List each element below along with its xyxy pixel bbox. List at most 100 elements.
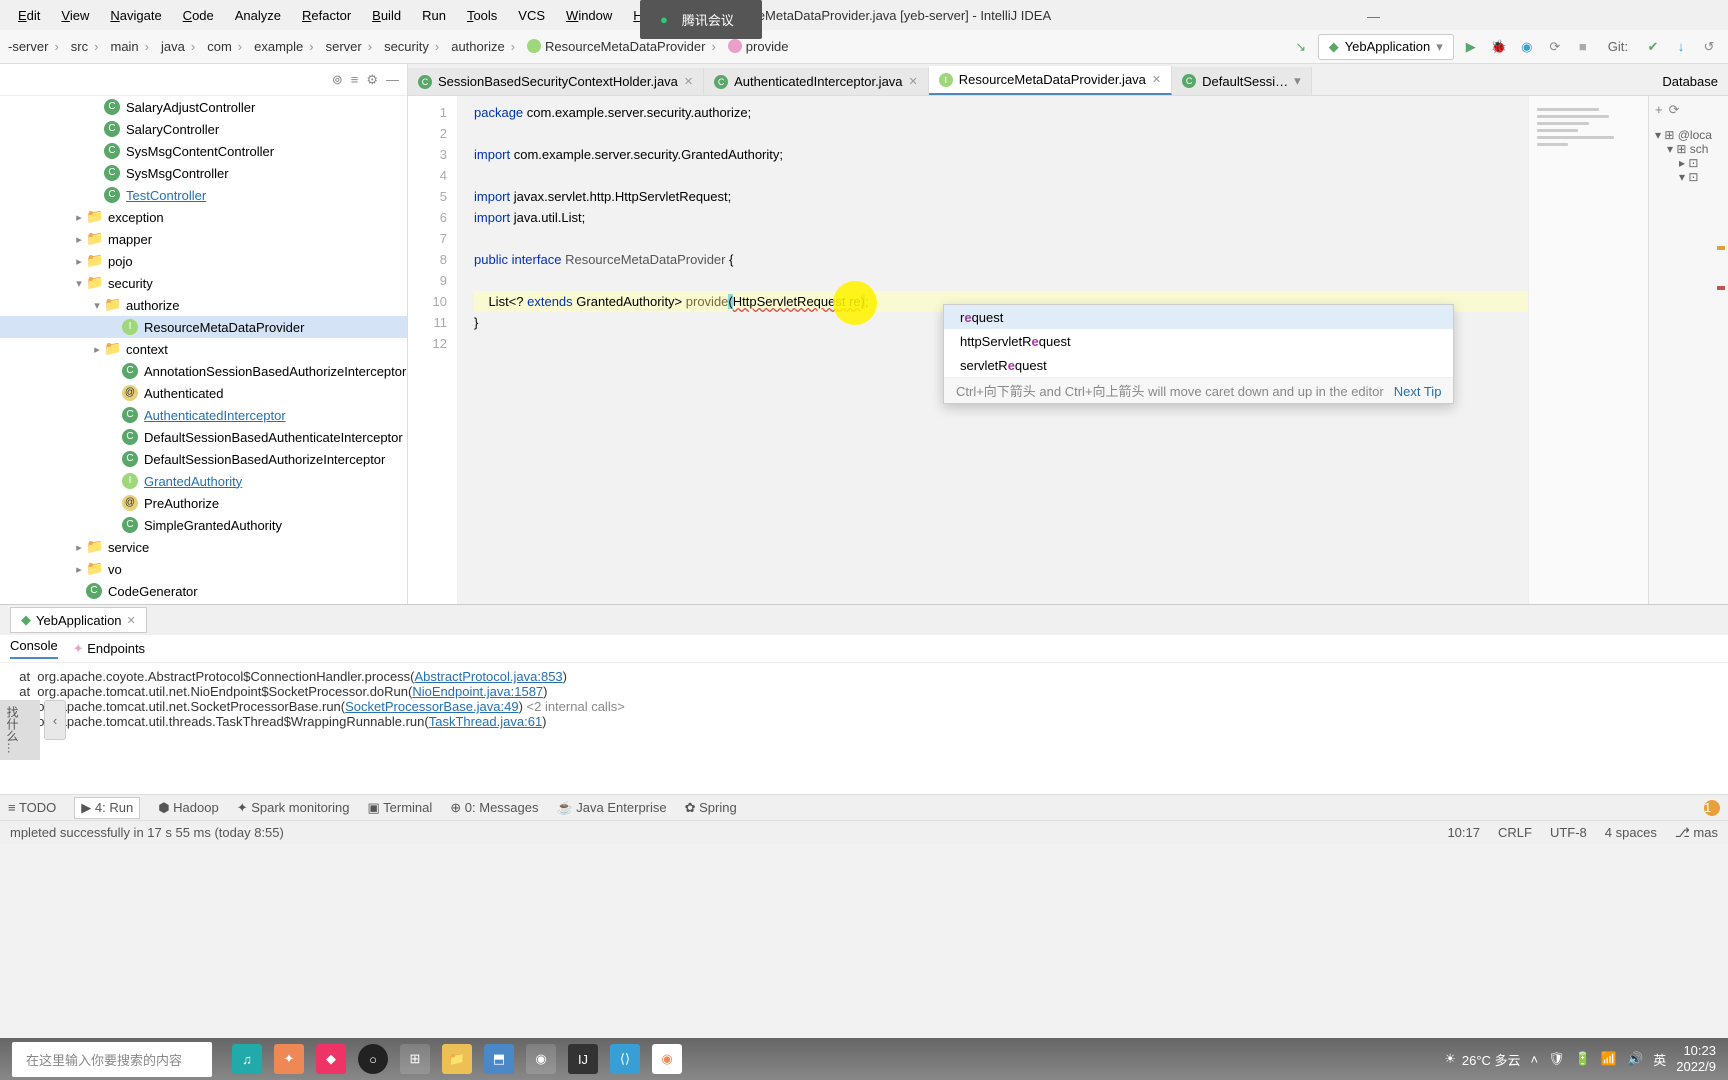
tab-authinterceptor[interactable]: CAuthenticatedInterceptor.java✕ <box>704 68 929 95</box>
tree-item-authorize[interactable]: ▾📁authorize <box>0 294 407 316</box>
crumb-server[interactable]: -server <box>8 39 65 54</box>
run-tab-yebapp[interactable]: ◆YebApplication✕ <box>10 607 147 633</box>
crumb-server2[interactable]: server <box>326 39 378 54</box>
tree-item-vo[interactable]: ▸📁vo <box>0 558 407 580</box>
line-gutter[interactable]: 123456789101112 <box>408 96 458 604</box>
tab-resourcemeta[interactable]: IResourceMetaDataProvider.java✕ <box>929 66 1172 95</box>
stop-button[interactable]: ■ <box>1572 36 1594 58</box>
crumb-method[interactable]: provide <box>728 39 789 54</box>
meeting-badge[interactable]: 腾讯会议 <box>640 0 762 39</box>
tree-item-sysmsgcontentcontroller[interactable]: CSysMsgContentController <box>0 140 407 162</box>
crumb-security[interactable]: security <box>384 39 445 54</box>
crumb-com[interactable]: com <box>207 39 248 54</box>
tree-item-sysmsgcontroller[interactable]: CSysMsgController <box>0 162 407 184</box>
commit-icon[interactable]: ✔ <box>1642 36 1664 58</box>
taskbar-search[interactable]: 在这里输入你要搜索的内容 <box>12 1042 212 1077</box>
menu-build[interactable]: Build <box>364 4 409 27</box>
structure-sidebar[interactable]: 找什么… <box>0 700 40 760</box>
menu-run[interactable]: Run <box>414 4 454 27</box>
ac-item-request[interactable]: request <box>944 305 1453 329</box>
branch[interactable]: ⎇ mas <box>1675 825 1718 841</box>
taskbar-intellij[interactable]: IJ <box>568 1044 598 1074</box>
tray-wifi-icon[interactable]: 📶 <box>1601 1051 1617 1067</box>
messages-tab[interactable]: ⊕ 0: Messages <box>450 800 538 816</box>
add-icon[interactable]: + <box>1655 102 1663 118</box>
tree-item-security[interactable]: ▾📁security <box>0 272 407 294</box>
close-icon[interactable]: ✕ <box>127 614 136 627</box>
tree-item-authenticated[interactable]: @Authenticated <box>0 382 407 404</box>
collapse-button[interactable]: ‹ <box>44 700 66 740</box>
minimap[interactable] <box>1528 96 1648 604</box>
taskbar-app5[interactable]: ◉ <box>526 1044 556 1074</box>
tray-time[interactable]: 10:23 <box>1676 1043 1716 1059</box>
tree-item-grantedauthority[interactable]: IGrantedAuthority <box>0 470 407 492</box>
todo-tab[interactable]: ≡ TODO <box>8 800 56 815</box>
taskbar-app1[interactable]: ♫ <box>232 1044 262 1074</box>
spark-tab[interactable]: ✦ Spark monitoring <box>237 800 350 816</box>
gear-icon[interactable]: ⚙ <box>366 72 378 88</box>
taskbar-vscode[interactable]: ⟨⟩ <box>610 1044 640 1074</box>
window-minimize[interactable]: — <box>1359 5 1388 28</box>
autocomplete-popup[interactable]: request httpServletRequest servletReques… <box>943 304 1454 404</box>
indent[interactable]: 4 spaces <box>1605 825 1657 841</box>
project-tree[interactable]: ⊚ ≡ ⚙ — CSalaryAdjustControllerCSalaryCo… <box>0 64 408 604</box>
menu-refactor[interactable]: Refactor <box>294 4 359 27</box>
refresh-icon[interactable]: ⟳ <box>1669 102 1680 118</box>
next-tip-link[interactable]: Next Tip <box>1394 384 1442 399</box>
crumb-class[interactable]: ResourceMetaDataProvider <box>527 39 722 54</box>
caret-position[interactable]: 10:17 <box>1447 825 1480 841</box>
javaee-tab[interactable]: ☕ Java Enterprise <box>557 800 667 816</box>
tree-item-defaultsessionbasedauthenticateinterceptor[interactable]: CDefaultSessionBasedAuthenticateIntercep… <box>0 426 407 448</box>
taskbar-app4[interactable]: ⬒ <box>484 1044 514 1074</box>
taskbar-explorer[interactable]: 📁 <box>442 1044 472 1074</box>
tree-item-salaryadjustcontroller[interactable]: CSalaryAdjustController <box>0 96 407 118</box>
tree-item-exception[interactable]: ▸📁exception <box>0 206 407 228</box>
run-tab[interactable]: ▶ 4: Run <box>74 797 140 819</box>
tree-item-service[interactable]: ▸📁service <box>0 536 407 558</box>
tray-battery-icon[interactable]: 🔋 <box>1575 1051 1591 1067</box>
run-config-selector[interactable]: ◆YebApplication▾ <box>1318 34 1454 60</box>
hide-icon[interactable]: — <box>386 72 399 87</box>
menu-view[interactable]: View <box>53 4 97 27</box>
menu-vcs[interactable]: VCS <box>510 4 553 27</box>
tree-item-defaultsessionbasedauthorizeinterceptor[interactable]: CDefaultSessionBasedAuthorizeInterceptor <box>0 448 407 470</box>
tree-item-context[interactable]: ▸📁context <box>0 338 407 360</box>
tab-database[interactable]: Database <box>1652 68 1728 95</box>
weather-widget[interactable]: ☀ 26°C 多云 <box>1444 1050 1520 1069</box>
menu-tools[interactable]: Tools <box>459 4 505 27</box>
code-area[interactable]: package com.example.server.security.auth… <box>458 96 1528 604</box>
crumb-java[interactable]: java <box>161 39 201 54</box>
database-panel[interactable]: +⟳ ▾ ⊞ @loca ▾ ⊞ sch ▸ ⊡ ▾ ⊡ <box>1648 96 1728 604</box>
menu-analyze[interactable]: Analyze <box>227 4 289 27</box>
crumb-src[interactable]: src <box>71 39 105 54</box>
menu-code[interactable]: Code <box>175 4 222 27</box>
tree-item-mapper[interactable]: ▸📁mapper <box>0 228 407 250</box>
line-sep[interactable]: CRLF <box>1498 825 1532 841</box>
build-hammer-icon[interactable]: ↘ <box>1290 36 1312 58</box>
taskbar-chrome[interactable]: ◉ <box>652 1044 682 1074</box>
taskbar-taskview[interactable]: ⊞ <box>400 1044 430 1074</box>
tree-item-simplegrantedauthority[interactable]: CSimpleGrantedAuthority <box>0 514 407 536</box>
terminal-tab[interactable]: ▣ Terminal <box>367 800 432 816</box>
tree-item-testcontroller[interactable]: CTestController <box>0 184 407 206</box>
hadoop-tab[interactable]: ⬢ Hadoop <box>158 800 219 816</box>
menu-window[interactable]: Window <box>558 4 620 27</box>
tree-item-pojo[interactable]: ▸📁pojo <box>0 250 407 272</box>
expand-all-icon[interactable]: ≡ <box>351 72 359 87</box>
coverage-button[interactable]: ◉ <box>1516 36 1538 58</box>
run-button[interactable]: ▶ <box>1460 36 1482 58</box>
tray-ime[interactable]: 英 <box>1653 1050 1666 1069</box>
debug-button[interactable]: 🐞 <box>1488 36 1510 58</box>
close-icon[interactable]: ✕ <box>684 75 693 88</box>
tray-shield-icon[interactable]: 🛡 <box>1548 1051 1565 1067</box>
select-opened-icon[interactable]: ⊚ <box>332 72 343 88</box>
taskbar-app3[interactable]: ◆ <box>316 1044 346 1074</box>
encoding[interactable]: UTF-8 <box>1550 825 1587 841</box>
ac-item-servletrequest[interactable]: servletRequest <box>944 353 1453 377</box>
taskbar-app2[interactable]: ✦ <box>274 1044 304 1074</box>
menu-edit[interactable]: Edit <box>10 4 48 27</box>
close-icon[interactable]: ✕ <box>1152 73 1161 86</box>
close-icon[interactable]: ✕ <box>909 75 918 88</box>
crumb-example[interactable]: example <box>254 39 319 54</box>
tree-item-salarycontroller[interactable]: CSalaryController <box>0 118 407 140</box>
